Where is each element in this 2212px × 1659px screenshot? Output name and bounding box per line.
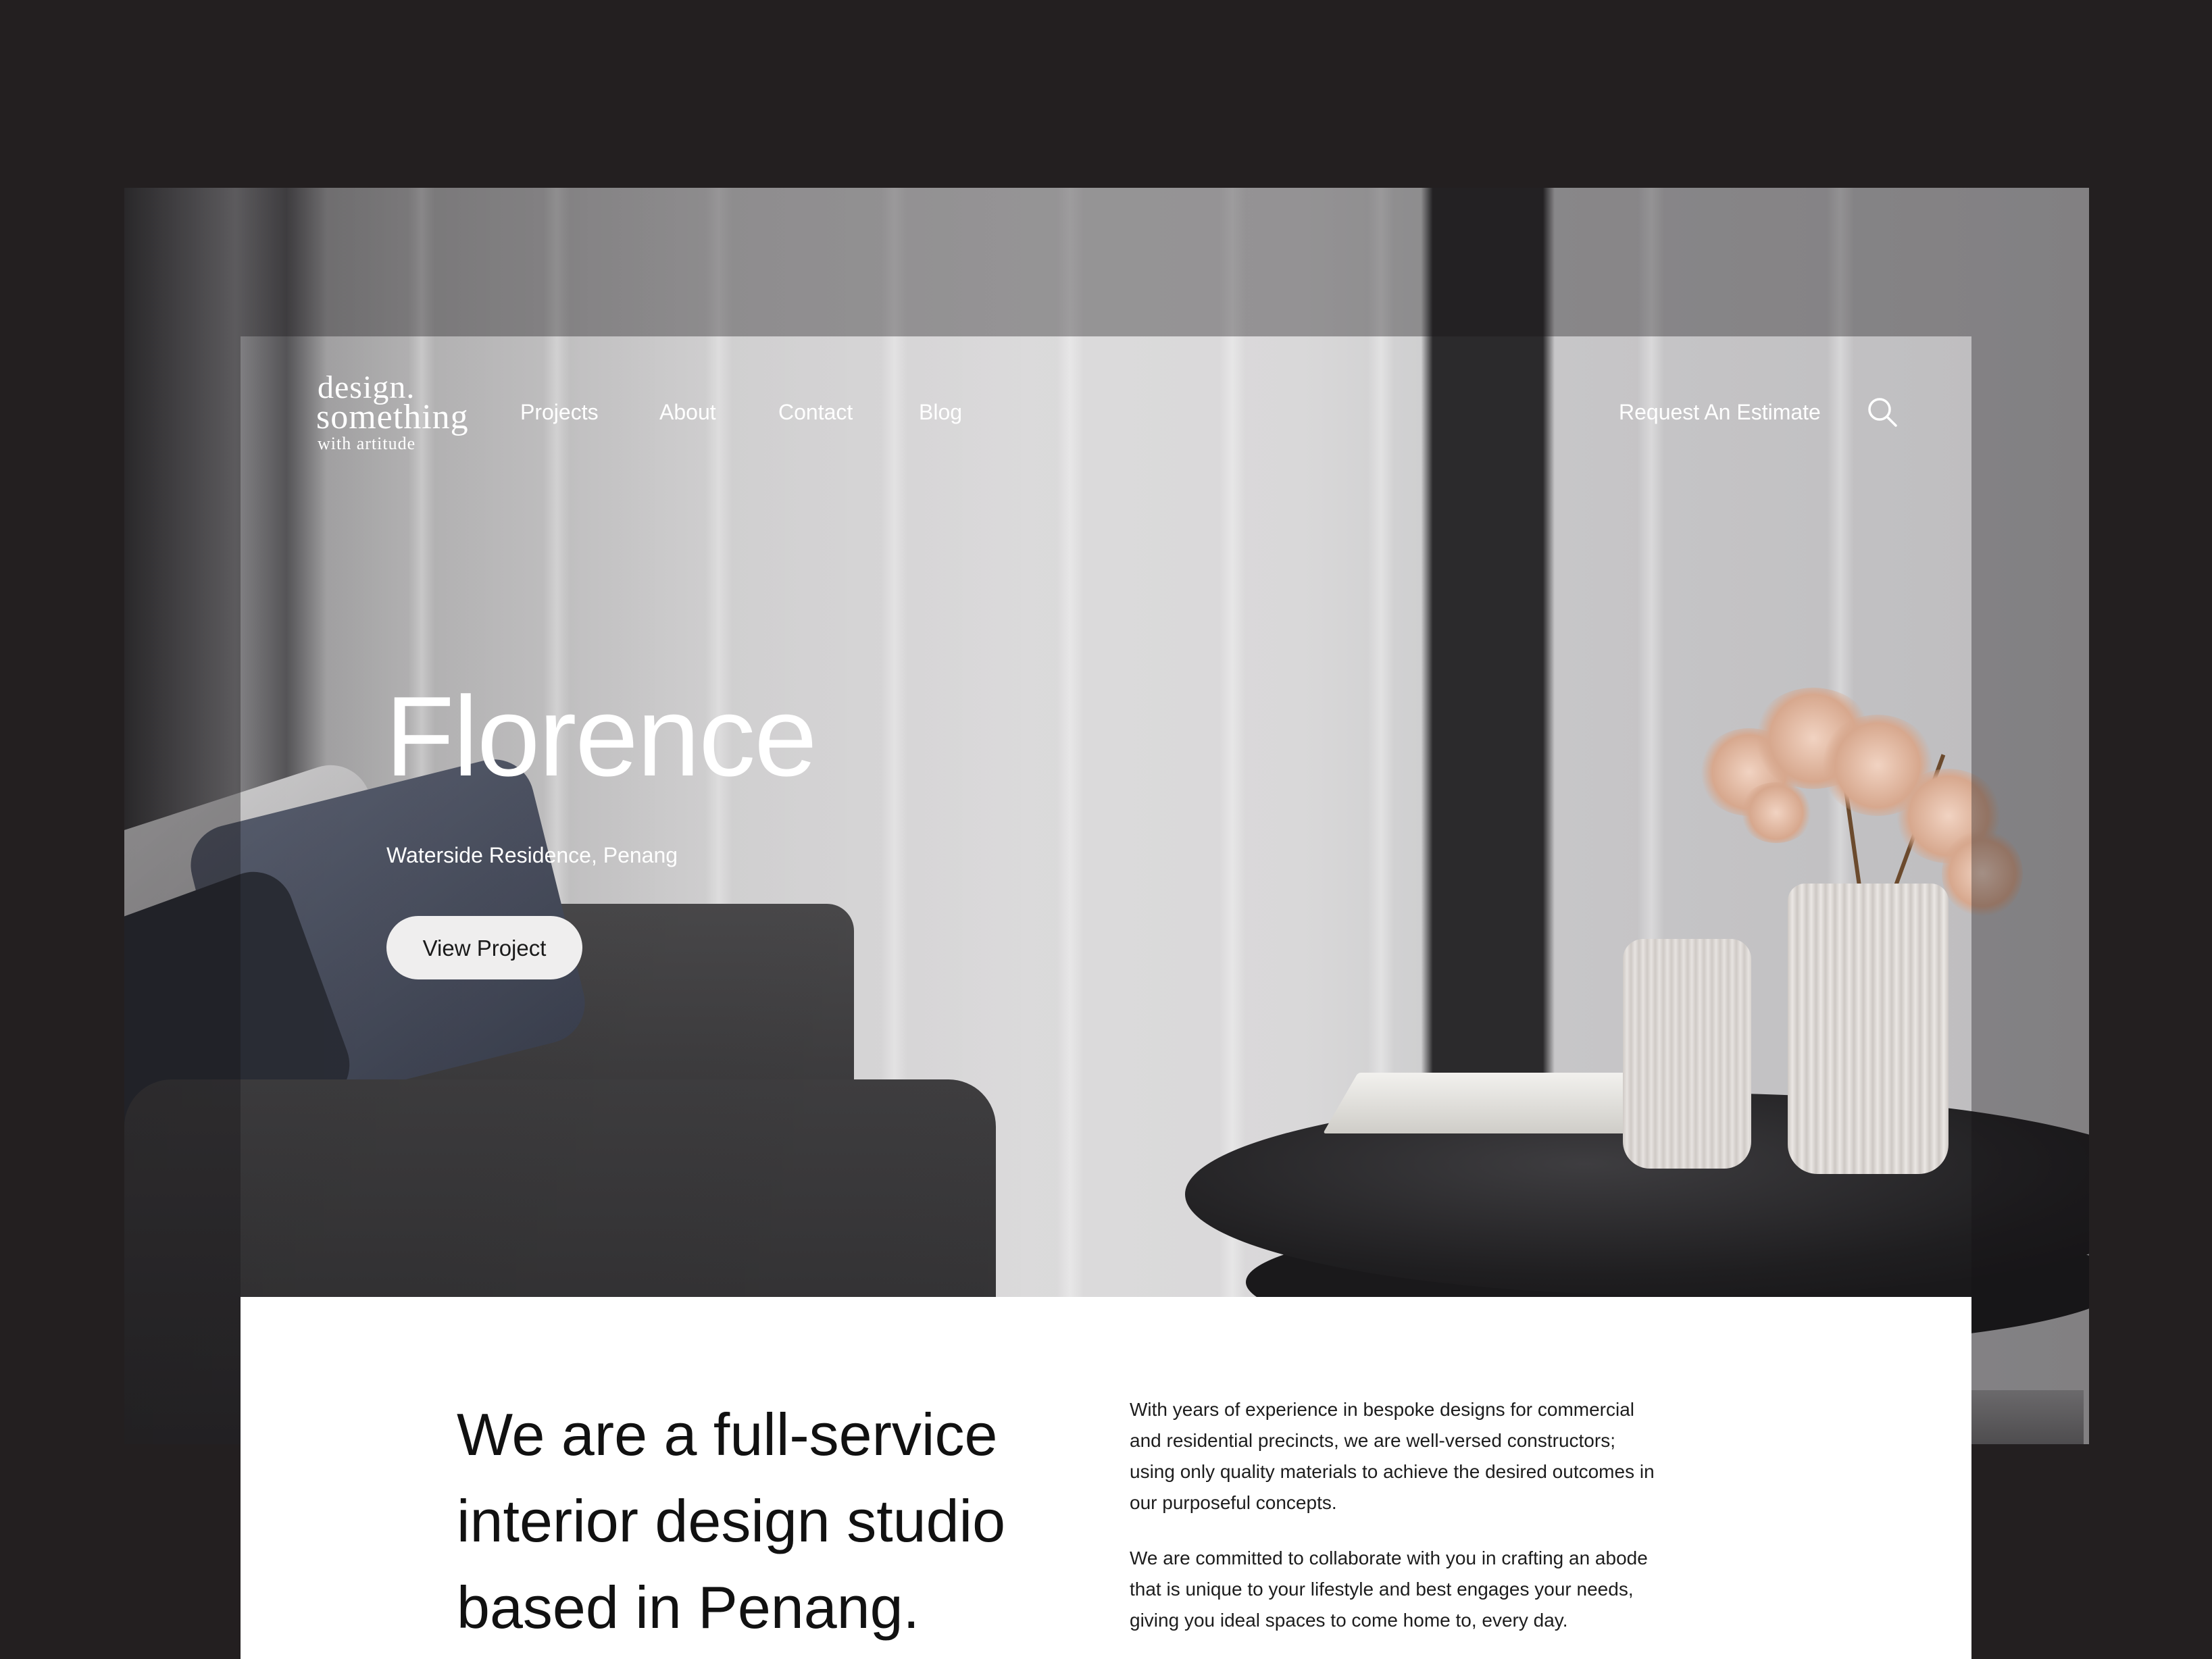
logo-line-2: something <box>316 398 469 436</box>
about-headline: We are a full-service interior design st… <box>457 1401 1006 1641</box>
about-paragraph-1: With years of experience in bespoke desi… <box>1130 1399 1655 1513</box>
hero-subtitle: Waterside Residence, Penang <box>386 843 678 867</box>
logo-tagline: with artitude <box>318 434 416 453</box>
search-icon <box>1868 398 1897 427</box>
page: design. something with artitude Projects… <box>0 0 2212 1659</box>
hero-title: Florence <box>385 673 818 800</box>
about-section: We are a full-service interior design st… <box>241 1297 1971 1659</box>
nav-projects[interactable]: Projects <box>520 396 599 428</box>
view-project-button[interactable]: View Project <box>386 916 582 979</box>
request-estimate-link[interactable]: Request An Estimate <box>1619 396 1821 428</box>
about-paragraph-2: We are committed to collaborate with you… <box>1130 1548 1648 1631</box>
site-logo[interactable]: design. something with artitude <box>316 370 499 457</box>
search-button[interactable] <box>1865 394 1900 430</box>
nav-contact[interactable]: Contact <box>778 396 853 428</box>
nav-about[interactable]: About <box>659 396 716 428</box>
nav-blog[interactable]: Blog <box>919 396 962 428</box>
